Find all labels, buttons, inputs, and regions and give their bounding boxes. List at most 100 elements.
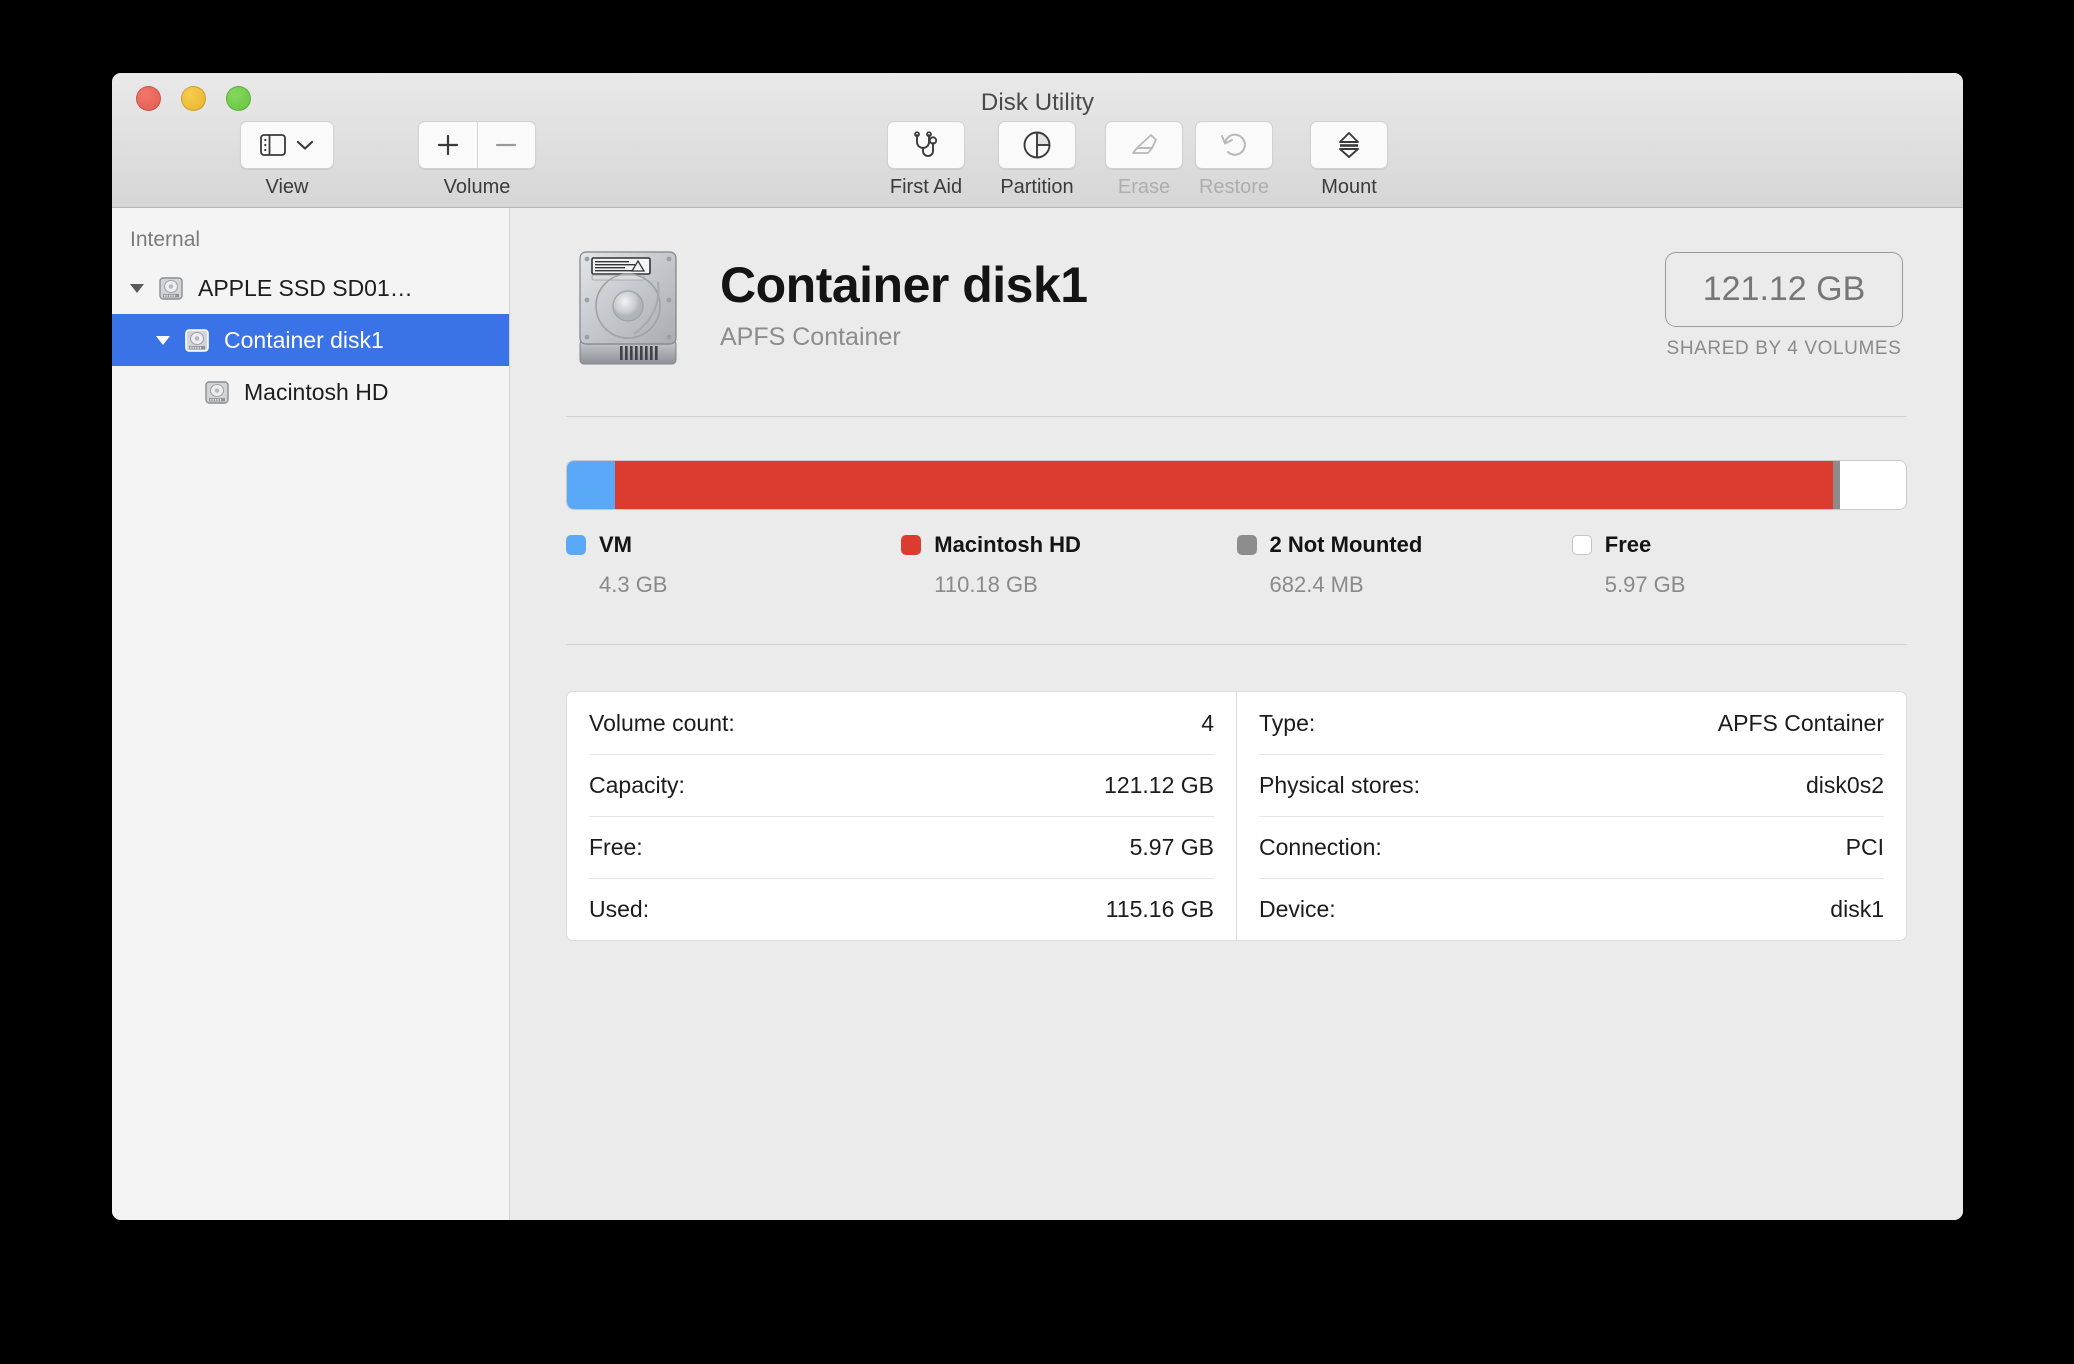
detail-value: 4 bbox=[1201, 710, 1214, 737]
storage-usage-chart: VM 4.3 GB Macintosh HD 110.18 GB bbox=[566, 460, 1907, 598]
disk-icon bbox=[156, 273, 186, 303]
detail-key: Used: bbox=[589, 896, 649, 923]
toolbar-group-restore: Restore bbox=[1195, 121, 1273, 199]
volume-header: Container disk1 APFS Container 121.12 GB… bbox=[566, 246, 1907, 396]
mount-button[interactable] bbox=[1310, 121, 1388, 169]
detail-value: 5.97 GB bbox=[1130, 834, 1214, 861]
minus-icon bbox=[493, 132, 519, 158]
table-row: Connection: PCI bbox=[1259, 816, 1884, 878]
hard-drive-icon bbox=[574, 248, 682, 368]
mount-label: Mount bbox=[1321, 176, 1377, 199]
first-aid-button[interactable] bbox=[887, 121, 965, 169]
window-title: Disk Utility bbox=[112, 89, 1963, 117]
sidebar-item-label: Container disk1 bbox=[224, 327, 384, 354]
pie-chart-icon bbox=[1022, 130, 1052, 160]
legend-item-vm: VM 4.3 GB bbox=[566, 532, 901, 598]
details-column-left: Volume count: 4 Capacity: 121.12 GB Free… bbox=[567, 692, 1236, 940]
legend-swatch bbox=[566, 535, 586, 555]
capacity-caption: SHARED BY 4 VOLUMES bbox=[1665, 338, 1903, 360]
detail-key: Capacity: bbox=[589, 772, 685, 799]
sidebar-item-container-disk1[interactable]: Container disk1 bbox=[112, 314, 509, 366]
usage-legend: VM 4.3 GB Macintosh HD 110.18 GB bbox=[566, 532, 1907, 598]
legend-swatch bbox=[1572, 535, 1592, 555]
plus-icon bbox=[435, 132, 461, 158]
sidebar-item-apple-ssd[interactable]: APPLE SSD SD01… bbox=[112, 262, 509, 314]
toolbar-group-view: View bbox=[240, 121, 334, 199]
erase-label: Erase bbox=[1118, 176, 1170, 199]
legend-label: VM bbox=[599, 532, 632, 558]
page-title: Container disk1 bbox=[720, 256, 1088, 314]
restore-label: Restore bbox=[1199, 176, 1269, 199]
usage-segment-free[interactable] bbox=[1840, 461, 1906, 509]
divider bbox=[566, 416, 1907, 417]
usage-segment-vm[interactable] bbox=[567, 461, 615, 509]
usage-bar bbox=[566, 460, 1907, 510]
volume-label: Volume bbox=[444, 176, 511, 199]
volume-title-block: Container disk1 APFS Container bbox=[720, 256, 1088, 352]
detail-key: Device: bbox=[1259, 896, 1336, 923]
table-row: Free: 5.97 GB bbox=[589, 816, 1214, 878]
toolbar-group-erase: Erase bbox=[1105, 121, 1183, 199]
detail-value: 121.12 GB bbox=[1104, 772, 1214, 799]
detail-value: disk1 bbox=[1830, 896, 1884, 923]
view-button[interactable] bbox=[240, 121, 334, 169]
stethoscope-icon bbox=[911, 131, 941, 159]
view-label: View bbox=[266, 176, 309, 199]
first-aid-label: First Aid bbox=[890, 176, 962, 199]
legend-item-free: Free 5.97 GB bbox=[1572, 532, 1907, 598]
volume-segmented-control bbox=[418, 121, 536, 169]
usage-segment-macintosh-hd[interactable] bbox=[615, 461, 1833, 509]
detail-key: Free: bbox=[589, 834, 643, 861]
remove-volume-button[interactable] bbox=[477, 122, 536, 168]
legend-label: Free bbox=[1605, 532, 1651, 558]
window-body: Internal bbox=[112, 208, 1963, 1220]
sidebar-section-internal: Internal bbox=[112, 224, 509, 262]
add-volume-button[interactable] bbox=[419, 122, 477, 168]
sidebar-item-macintosh-hd[interactable]: Macintosh HD bbox=[112, 366, 509, 418]
detail-value: PCI bbox=[1846, 834, 1884, 861]
legend-swatch bbox=[901, 535, 921, 555]
erase-button[interactable] bbox=[1105, 121, 1183, 169]
toolbar-group-volume: Volume bbox=[418, 121, 536, 199]
sidebar: Internal bbox=[112, 208, 510, 1220]
detail-key: Connection: bbox=[1259, 834, 1382, 861]
sidebar-icon bbox=[260, 134, 286, 156]
restore-icon bbox=[1219, 131, 1249, 159]
partition-button[interactable] bbox=[998, 121, 1076, 169]
legend-value: 5.97 GB bbox=[1605, 572, 1907, 598]
eject-icon bbox=[1335, 130, 1363, 160]
restore-button[interactable] bbox=[1195, 121, 1273, 169]
detail-key: Type: bbox=[1259, 710, 1315, 737]
capacity-badge: 121.12 GB bbox=[1665, 252, 1903, 327]
detail-value: APFS Container bbox=[1718, 710, 1884, 737]
table-row: Device: disk1 bbox=[1259, 878, 1884, 940]
table-row: Used: 115.16 GB bbox=[589, 878, 1214, 940]
table-row: Type: APFS Container bbox=[1259, 692, 1884, 754]
erase-icon bbox=[1129, 131, 1159, 159]
titlebar: Disk Utility bbox=[112, 73, 1963, 208]
legend-value: 4.3 GB bbox=[599, 572, 901, 598]
sidebar-item-label: Macintosh HD bbox=[244, 379, 388, 406]
legend-item-not-mounted: 2 Not Mounted 682.4 MB bbox=[1237, 532, 1572, 598]
usage-segment-not-mounted[interactable] bbox=[1833, 461, 1840, 509]
disk-utility-window: Disk Utility bbox=[112, 73, 1963, 1220]
main-content: Container disk1 APFS Container 121.12 GB… bbox=[510, 208, 1963, 1220]
legend-swatch bbox=[1237, 535, 1257, 555]
legend-value: 682.4 MB bbox=[1270, 572, 1572, 598]
divider bbox=[566, 644, 1907, 645]
disclosure-triangle-expanded-icon[interactable] bbox=[126, 282, 148, 294]
disclosure-triangle-expanded-icon[interactable] bbox=[152, 334, 174, 346]
toolbar-group-first-aid: First Aid bbox=[887, 121, 965, 199]
toolbar-group-partition: Partition bbox=[998, 121, 1076, 199]
page-subtitle: APFS Container bbox=[720, 323, 1088, 352]
detail-value: disk0s2 bbox=[1806, 772, 1884, 799]
legend-label: Macintosh HD bbox=[934, 532, 1081, 558]
details-column-right: Type: APFS Container Physical stores: di… bbox=[1236, 692, 1906, 940]
sidebar-item-label: APPLE SSD SD01… bbox=[198, 275, 413, 302]
capacity-block: 121.12 GB SHARED BY 4 VOLUMES bbox=[1665, 252, 1903, 360]
legend-value: 110.18 GB bbox=[934, 572, 1236, 598]
table-row: Physical stores: disk0s2 bbox=[1259, 754, 1884, 816]
disk-icon bbox=[202, 377, 232, 407]
chevron-down-icon bbox=[296, 139, 314, 151]
toolbar-group-mount: Mount bbox=[1310, 121, 1388, 199]
